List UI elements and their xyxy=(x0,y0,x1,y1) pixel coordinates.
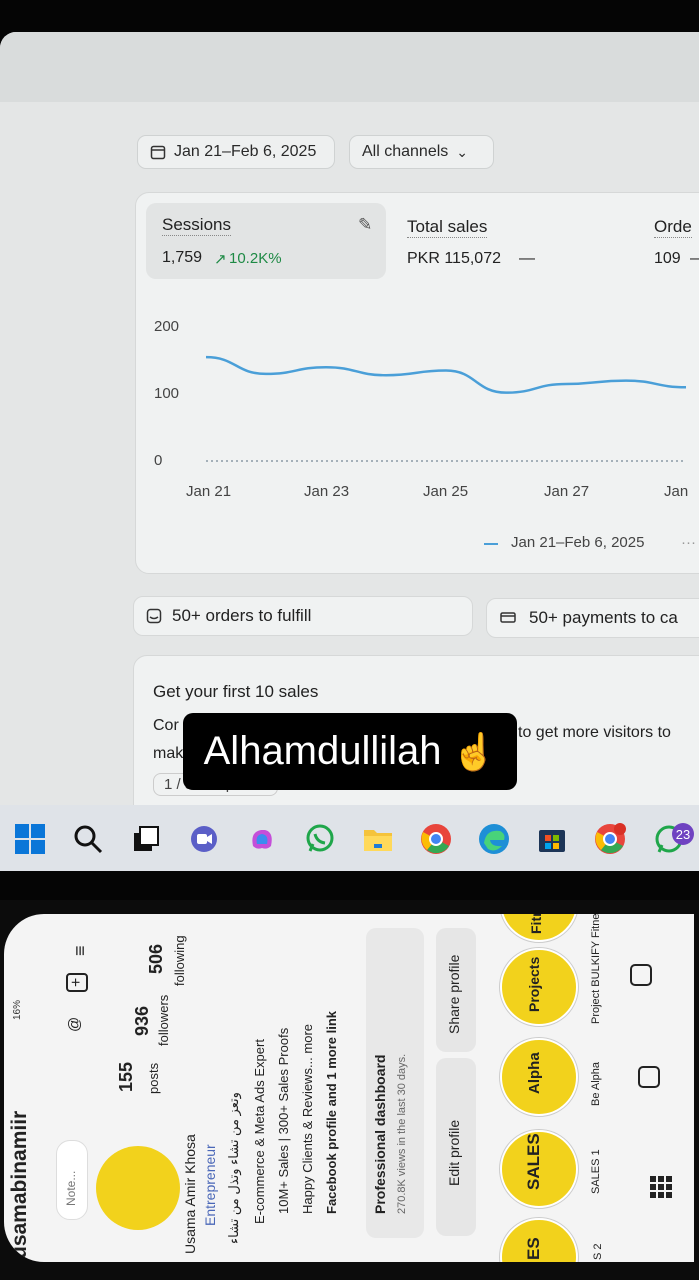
sessions-change: 10.2K% xyxy=(229,250,282,267)
y-tick-0: 0 xyxy=(154,452,163,469)
dashboard-title: Professional dashboard xyxy=(372,1054,388,1214)
notification-badge: 23 xyxy=(672,823,694,845)
bio-link[interactable]: Facebook profile and 1 more link xyxy=(324,1011,339,1214)
note-text: Note... xyxy=(64,1170,78,1206)
highlight-fitness-label: Fitness xyxy=(590,914,602,938)
reels-icon[interactable] xyxy=(638,1066,660,1088)
sessions-value: 1,759 xyxy=(162,249,203,266)
search-icon[interactable] xyxy=(72,823,104,855)
total-sales-label[interactable]: Total sales xyxy=(407,217,488,238)
task-view-icon[interactable] xyxy=(130,823,162,855)
legend-label: Jan 21–Feb 6, 2025 xyxy=(511,534,645,551)
legend-swatch xyxy=(484,543,498,545)
x-tick-label: Jan xyxy=(664,483,689,500)
promo-text-left: Cor xyxy=(153,717,179,734)
avatar[interactable] xyxy=(96,1146,180,1230)
total-sales-change: — xyxy=(519,250,535,267)
payments-to-capture-button[interactable]: 50+ payments to ca xyxy=(486,598,699,638)
following-count[interactable]: 506 xyxy=(146,944,167,974)
story-caption: Alhamdullilah ☝️ xyxy=(183,713,517,790)
y-tick-100: 100 xyxy=(154,385,180,402)
x-tick-label: Jan 23 xyxy=(304,483,350,500)
profile-category: Entrepreneur xyxy=(202,1144,218,1226)
threads-icon[interactable]: @ xyxy=(66,1017,83,1032)
profile-name: Usama Amir Khosa xyxy=(182,1134,198,1254)
username: usamabinamiir xyxy=(8,1110,31,1259)
x-tick-label: Jan 27 xyxy=(544,483,590,500)
start-icon[interactable] xyxy=(14,823,46,855)
channels-dropdown[interactable]: All channels ⌄ xyxy=(349,135,494,169)
x-tick-label: Jan 21 xyxy=(186,483,232,500)
header-band xyxy=(0,32,699,102)
file-explorer-icon[interactable] xyxy=(362,823,394,855)
chevron-down-icon: ⌄ xyxy=(456,143,469,160)
payment-icon xyxy=(500,612,516,623)
series-line xyxy=(205,355,687,394)
share-profile-label: Share profile xyxy=(446,954,462,1034)
bio-line[interactable]: Happy Clients & Reviews... more xyxy=(300,1024,315,1214)
bio-line: E-commerce & Meta Ads Expert xyxy=(252,1039,267,1224)
copilot-icon[interactable] xyxy=(246,823,278,855)
inbox-icon xyxy=(146,608,162,624)
highlight-cut-title: ES xyxy=(524,1237,543,1260)
promo-text-left-2: mak xyxy=(153,745,184,762)
edge-icon[interactable] xyxy=(478,823,510,855)
analytics-card: Sessions ✎ 1,759 ↗ 10.2K% Total sales PK… xyxy=(135,192,699,574)
chrome-icon[interactable] xyxy=(420,823,452,855)
highlight-cut-label: S 2 xyxy=(592,1243,604,1260)
orders-value: 109 xyxy=(654,250,681,267)
orders-change: — xyxy=(690,250,699,268)
meet-icon[interactable] xyxy=(188,823,220,855)
tagged-icon[interactable] xyxy=(630,964,652,986)
sessions-chart xyxy=(205,355,687,462)
status-bar-battery: 16% xyxy=(12,999,23,1020)
caption-text: Alhamdullilah xyxy=(203,729,442,773)
highlight-sales-title: SALES xyxy=(524,1133,543,1190)
posts-count: 155 xyxy=(116,1061,136,1092)
store-icon[interactable] xyxy=(536,823,568,855)
grid-icon[interactable] xyxy=(650,1176,672,1198)
highlight-fitness-title: Fitness xyxy=(528,914,544,934)
followers-count[interactable]: 936 xyxy=(132,1006,153,1036)
windows-taskbar: 23 xyxy=(0,805,699,871)
edit-profile-label: Edit profile xyxy=(446,1119,462,1186)
pointing-up-emoji: ☝️ xyxy=(451,730,497,772)
bio-line: 10M+ Sales | 300+ Sales Proofs xyxy=(276,1027,291,1214)
phone: usamabinamiir 16% @ + ≡ Note... 155 post… xyxy=(0,900,699,1280)
date-range-button[interactable]: Jan 21–Feb 6, 2025 xyxy=(137,135,335,169)
followers-label[interactable]: followers xyxy=(156,995,171,1046)
promo-text-right: to get more visitors to xyxy=(518,724,671,741)
legend-comparison-swatch: ··· xyxy=(681,534,696,551)
posts-label: posts xyxy=(146,1062,161,1094)
pencil-icon[interactable]: ✎ xyxy=(358,215,372,235)
trend-up-icon: ↗ xyxy=(214,251,227,268)
instagram-profile: usamabinamiir 16% @ + ≡ Note... 155 post… xyxy=(4,914,694,1262)
highlight-sales-label: SALES 1 xyxy=(590,1149,602,1194)
dashboard-subtitle: 270.8K views in the last 30 days. xyxy=(396,1053,408,1214)
highlight-alpha-title: Alpha xyxy=(526,1052,543,1094)
calendar-icon xyxy=(150,145,166,160)
payments-to-capture-label: 50+ payments to ca xyxy=(529,608,678,627)
sessions-label: Sessions xyxy=(162,215,231,236)
following-label[interactable]: following xyxy=(172,935,187,986)
y-tick-200: 200 xyxy=(154,318,180,335)
date-range-label: Jan 21–Feb 6, 2025 xyxy=(174,143,317,160)
highlight-projects-title: Projects xyxy=(526,956,542,1012)
chrome-profile-icon[interactable] xyxy=(594,823,626,855)
orders-to-fulfill-button[interactable]: 50+ orders to fulfill xyxy=(133,596,473,636)
total-sales-value: PKR 115,072 xyxy=(407,250,501,267)
orders-label[interactable]: Orde xyxy=(654,217,692,238)
highlight-projects-label: Project BULKIFY xyxy=(590,940,602,1024)
bio-urdu: وتعز من تشاء وتذل من تشاء xyxy=(226,1092,241,1244)
channels-label: All channels xyxy=(362,143,449,160)
menu-icon[interactable]: ≡ xyxy=(70,945,91,956)
highlight-alpha-label: Be Alpha xyxy=(590,1061,602,1106)
first-sales-title: Get your first 10 sales xyxy=(153,682,319,701)
whatsapp-icon[interactable] xyxy=(304,823,336,855)
create-icon[interactable]: + xyxy=(66,972,88,992)
orders-to-fulfill-label: 50+ orders to fulfill xyxy=(172,606,312,625)
x-tick-label: Jan 25 xyxy=(423,483,469,500)
